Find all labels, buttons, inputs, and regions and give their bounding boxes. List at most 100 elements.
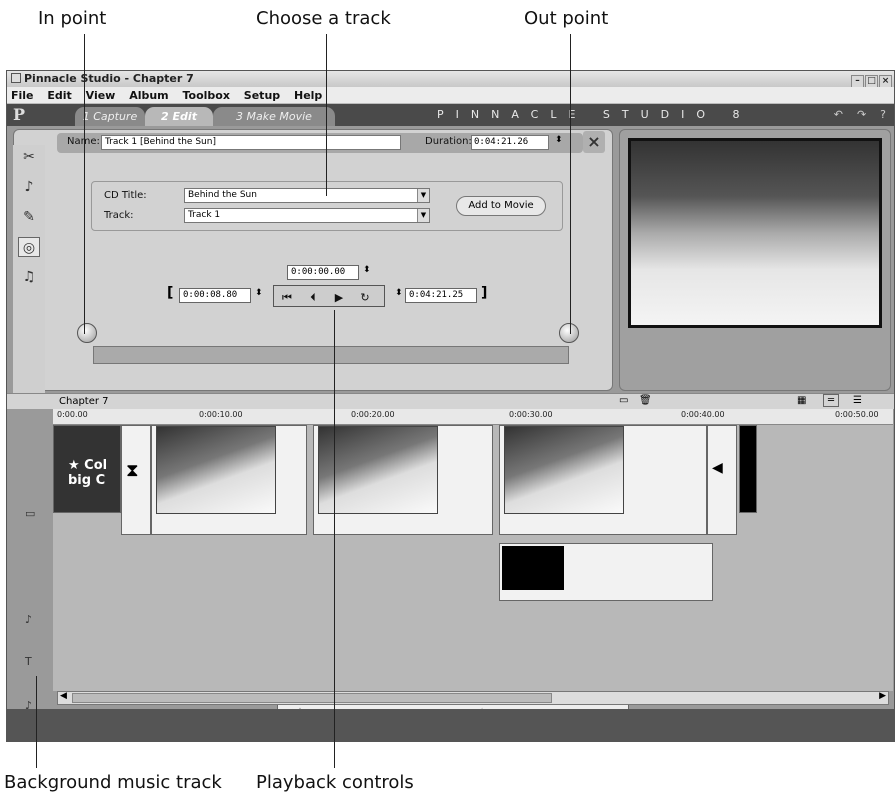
video-clip[interactable] xyxy=(313,425,493,535)
video-tool-icon[interactable]: ✂ xyxy=(18,147,40,167)
transition-clip[interactable]: ◀ xyxy=(707,425,737,535)
scroll-left-icon[interactable]: ◀ xyxy=(60,691,67,701)
current-time-field[interactable]: 0:00:00.00 xyxy=(287,265,359,280)
preview-screen xyxy=(628,138,882,328)
audio-track-icon[interactable]: ♪ xyxy=(25,613,32,626)
tab-edit[interactable]: 2 Edit xyxy=(145,107,213,126)
title-bar: Pinnacle Studio - Chapter 7 – □ × xyxy=(7,71,894,88)
storyboard-view-icon[interactable]: ▦ xyxy=(797,395,806,406)
callout-choose-track: Choose a track xyxy=(256,8,391,29)
scroll-right-icon[interactable]: ▶ xyxy=(879,691,886,701)
callout-out-point: Out point xyxy=(524,8,609,29)
hourglass-icon: ⧗ xyxy=(126,460,139,481)
scrollbar-thumb[interactable] xyxy=(72,693,552,703)
track-icons: ▭ ♪ T ♪ ♫ xyxy=(21,411,53,741)
playback-controls: ⏮ ⏴ ▶ ↻ xyxy=(273,285,385,307)
help-icon[interactable]: ? xyxy=(880,108,886,121)
tab-capture[interactable]: 1 Capture xyxy=(75,107,145,126)
title-track-icon[interactable]: T xyxy=(25,655,32,668)
mode-tab-bar: P 1 Capture 2 Edit 3 Make Movie PINNACLE… xyxy=(7,104,894,126)
trash-icon[interactable]: 🗑 xyxy=(639,395,652,406)
menu-album[interactable]: Album xyxy=(129,89,168,102)
in-spinner-icon[interactable]: ⬍ xyxy=(255,288,263,298)
video-track-icon[interactable]: ▭ xyxy=(25,507,35,520)
menu-help[interactable]: Help xyxy=(294,89,322,102)
in-point-handle[interactable] xyxy=(77,323,97,343)
cd-audio-icon[interactable]: ◎ xyxy=(18,237,40,257)
menu-toolbox[interactable]: Toolbox xyxy=(182,89,229,102)
name-bar: Name: Track 1 [Behind the Sun] Duration:… xyxy=(57,133,583,153)
out-point-field[interactable]: 0:04:21.25 xyxy=(405,288,477,303)
play-icon[interactable]: ▶ xyxy=(326,288,352,308)
timeline-view-icon[interactable]: ═ xyxy=(823,394,840,407)
loop-icon[interactable]: ↻ xyxy=(352,288,378,308)
callout-background-music: Background music track xyxy=(4,772,222,793)
current-time-spinner-icon[interactable]: ⬍ xyxy=(363,265,371,275)
tick-label: 0:00:20.00 xyxy=(351,410,395,419)
duration-spinner-icon[interactable]: ⬍ xyxy=(555,135,563,145)
app-icon xyxy=(11,73,21,83)
toolbox-tools: ✂ ♪ ✎ ◎ ♫ xyxy=(13,145,45,393)
audio-properties-icon[interactable]: ♪ xyxy=(18,177,40,197)
callout-line-background-music xyxy=(36,676,37,768)
arrow-left-icon: ◀ xyxy=(712,460,723,476)
pinnacle-logo-icon: P xyxy=(13,105,26,124)
redo-icon[interactable]: ↷ xyxy=(857,108,866,121)
window-buttons: – □ × xyxy=(850,72,892,88)
top-right-icons: ↶ ↷? xyxy=(820,108,886,121)
menu-bar: File Edit View Album Toolbox Setup Help xyxy=(7,87,894,104)
transition-clip[interactable]: ⧗ xyxy=(121,425,151,535)
title-tool-icon[interactable]: ✎ xyxy=(18,207,40,227)
chevron-down-icon[interactable]: ▼ xyxy=(417,209,429,222)
trim-slider[interactable] xyxy=(93,346,569,364)
clip-thumbnail xyxy=(504,426,624,514)
black-clip[interactable] xyxy=(739,425,757,513)
cd-title-select[interactable]: Behind the Sun ▼ xyxy=(184,188,430,203)
tick-label: 0:00:10.00 xyxy=(199,410,243,419)
chevron-down-icon[interactable]: ▼ xyxy=(417,189,429,202)
tab-make-movie[interactable]: 3 Make Movie xyxy=(213,107,335,126)
out-bracket-icon: ] xyxy=(481,285,488,301)
text-view-icon[interactable]: ☰ xyxy=(853,395,862,406)
menu-edit[interactable]: Edit xyxy=(47,89,71,102)
cd-selection-box: CD Title: Behind the Sun ▼ Track: Track 1… xyxy=(91,181,563,231)
tick-label: 0:00.00 xyxy=(57,410,88,419)
name-input[interactable]: Track 1 [Behind the Sun] xyxy=(101,135,401,150)
out-point-handle[interactable] xyxy=(559,323,579,343)
video-clip[interactable] xyxy=(151,425,307,535)
callout-in-point: In point xyxy=(38,8,107,29)
callout-line-in-point xyxy=(84,34,85,334)
tick-label: 0:00:30.00 xyxy=(509,410,553,419)
timeline-title: Chapter 7 xyxy=(59,396,109,407)
go-to-start-icon[interactable]: ⏮ xyxy=(274,288,300,308)
menu-setup[interactable]: Setup xyxy=(244,89,280,102)
clip-thumbnail xyxy=(318,426,438,514)
close-editor-icon[interactable]: × xyxy=(583,131,605,153)
step-back-icon[interactable]: ⏴ xyxy=(300,288,326,308)
callout-line-out-point xyxy=(570,34,571,334)
cd-title-value: Behind the Sun xyxy=(188,190,257,200)
music-icon[interactable]: ♫ xyxy=(18,267,40,287)
timeline-header: Chapter 7 ▭ 🗑 ▦ ═ ☰ xyxy=(7,393,894,409)
timeline-scrollbar[interactable]: ◀ ▶ xyxy=(57,691,889,705)
out-spinner-icon[interactable]: ⬍ xyxy=(395,288,403,298)
add-to-movie-button[interactable]: Add to Movie xyxy=(456,196,546,216)
in-point-field[interactable]: 0:00:08.80 xyxy=(179,288,251,303)
timeline-tracks: ★ Col big C ⧗ ◀ xyxy=(53,425,893,731)
video-clip[interactable] xyxy=(499,425,707,535)
menu-view[interactable]: View xyxy=(86,89,116,102)
title-overlay-thumbnail xyxy=(502,546,564,590)
undo-icon[interactable]: ↶ xyxy=(834,108,843,121)
frame-icon[interactable]: ▭ xyxy=(619,395,628,406)
callout-line-choose-track xyxy=(326,34,327,196)
timeline-ruler[interactable]: 0:00.00 0:00:10.00 0:00:20.00 0:00:30.00… xyxy=(53,409,893,425)
menu-file[interactable]: File xyxy=(11,89,34,102)
duration-field[interactable]: 0:04:21.26 xyxy=(471,135,549,150)
in-bracket-icon: [ xyxy=(167,285,174,301)
title-overlay-clip[interactable] xyxy=(499,543,713,601)
duration-label: Duration: xyxy=(425,136,472,147)
title-clip[interactable]: ★ Col big C xyxy=(53,425,121,513)
tick-label: 0:00:50.00 xyxy=(835,410,879,419)
track-select[interactable]: Track 1 ▼ xyxy=(184,208,430,223)
player-preview xyxy=(619,129,891,391)
